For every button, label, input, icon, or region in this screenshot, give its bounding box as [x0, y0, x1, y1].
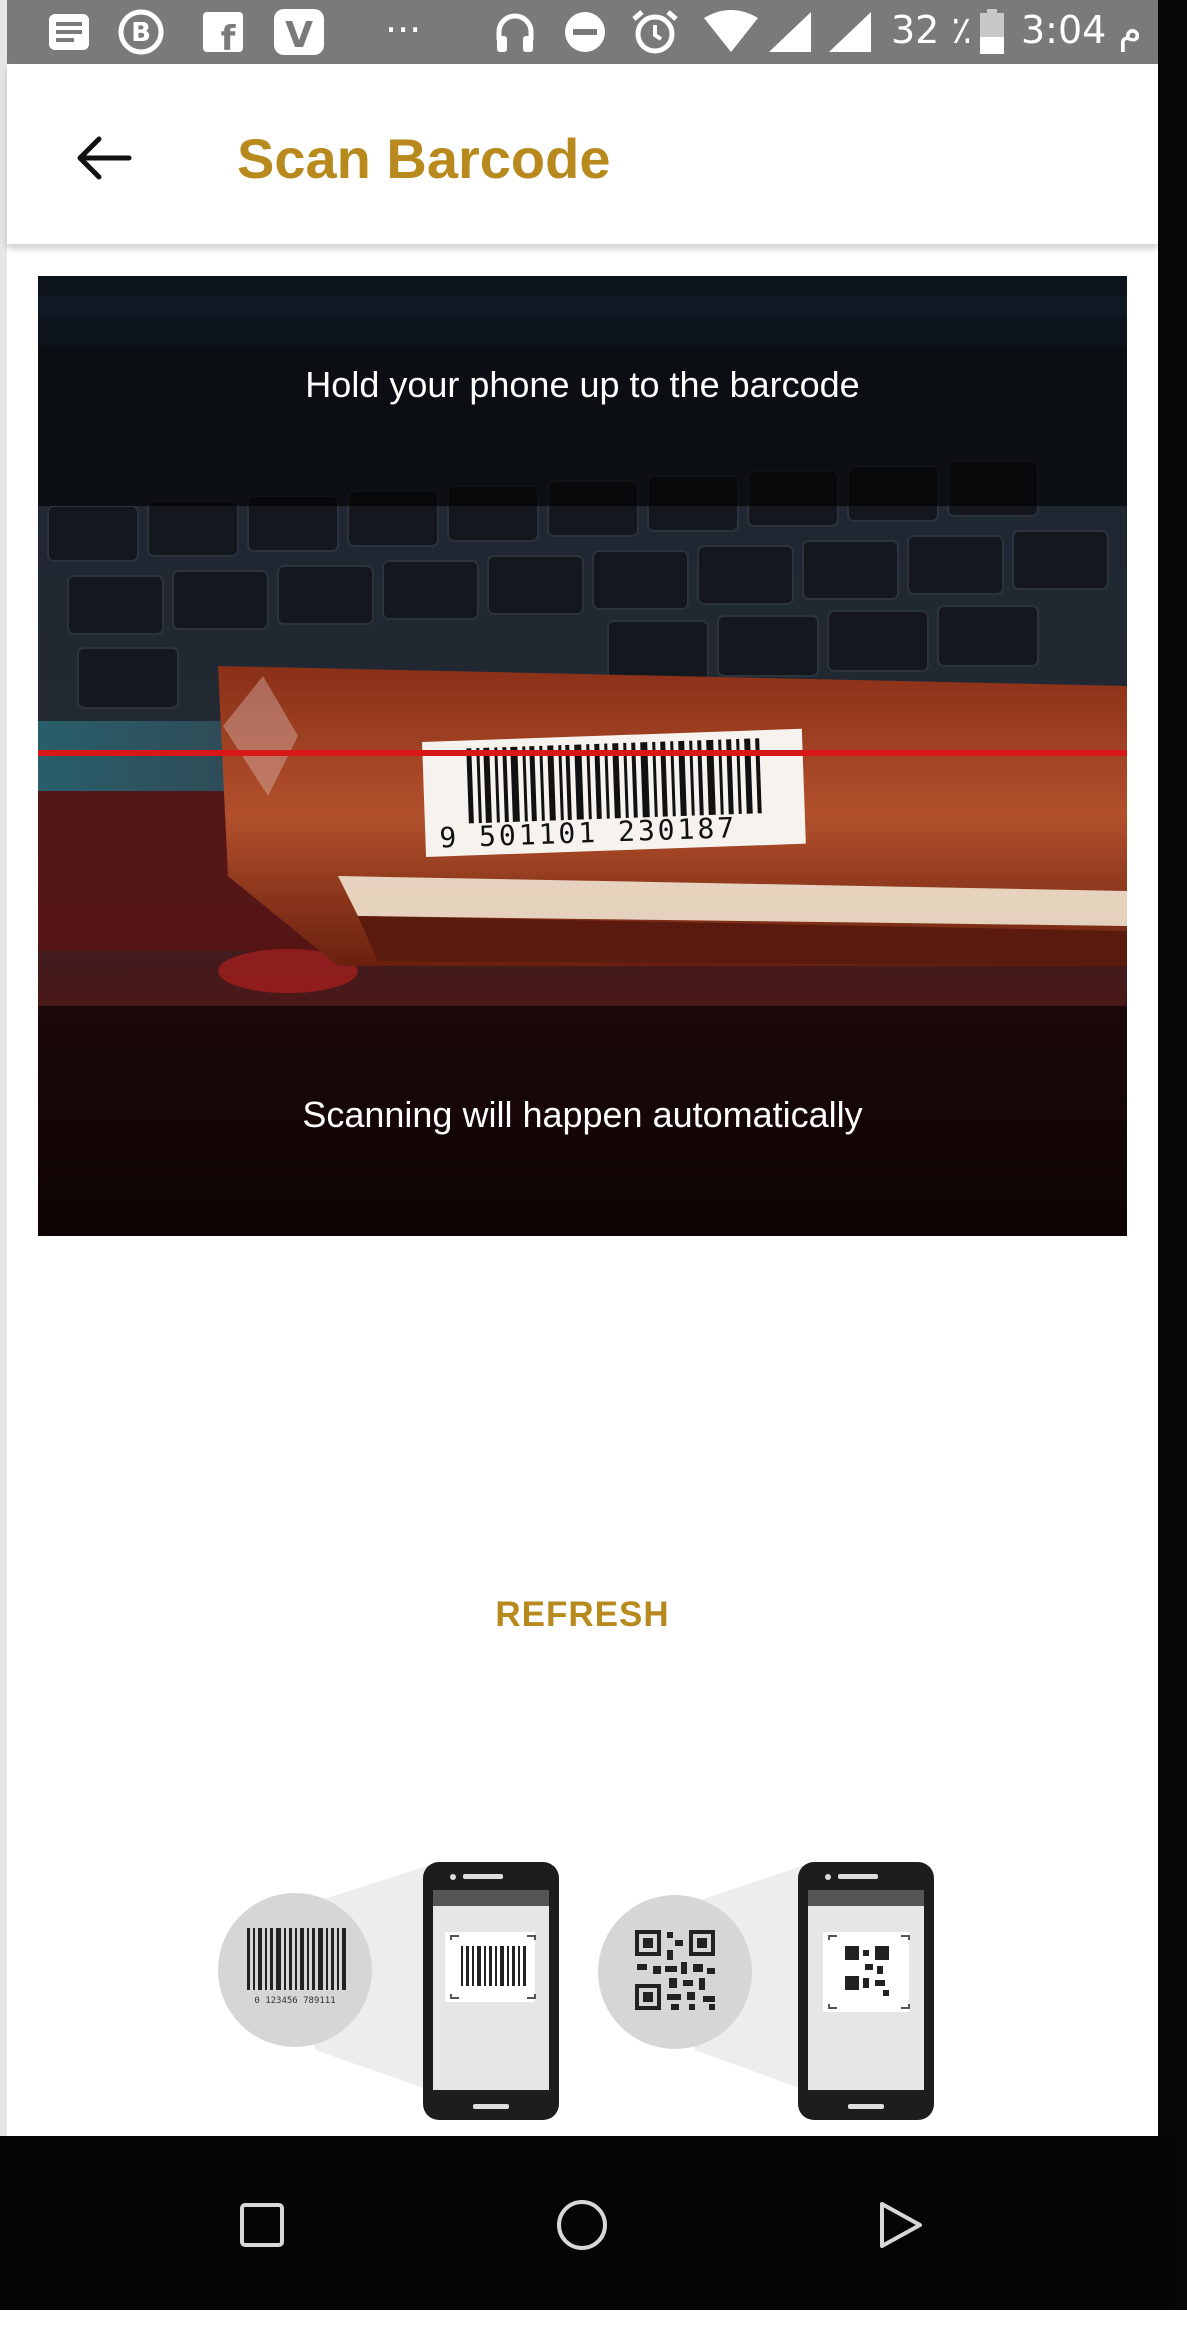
scan-instructions-illustration: 0 123456 789111 [215, 1850, 965, 2125]
svg-text:B: B [131, 18, 151, 48]
signal-icon [825, 8, 875, 56]
screen-right-shadow [1158, 0, 1187, 2310]
svg-text:f: f [221, 19, 237, 54]
triangle-icon [880, 2202, 922, 2248]
recents-button[interactable] [217, 2180, 307, 2270]
arrow-left-icon [77, 136, 132, 180]
refresh-button[interactable]: REFRESH [450, 1580, 715, 1650]
svg-text:V: V [285, 15, 313, 56]
barcode-scan-illustration: 0 123456 789111 [218, 1862, 559, 2120]
battery-percent: 32 ٪ [891, 8, 972, 52]
back-button[interactable] [57, 112, 149, 204]
nav-back-button[interactable] [855, 2180, 945, 2270]
alarm-icon [629, 8, 681, 56]
scan-hint-top: Hold your phone up to the barcode [305, 364, 860, 405]
screen-bottom-edge [0, 2310, 1187, 2351]
do-not-disturb-icon [561, 8, 609, 56]
signal-icon [765, 8, 815, 56]
square-icon [240, 2203, 284, 2247]
camera-feed-image: 9 501101 230187 [38, 276, 1127, 1236]
status-bar: B f V ··· 32 ٪ 3:04 م [7, 0, 1158, 64]
notes-icon [45, 8, 93, 56]
scan-hint-bottom: Scanning will happen automatically [302, 1094, 863, 1135]
headphones-icon [491, 8, 539, 56]
circle-icon [557, 2200, 607, 2250]
v-icon: V [271, 8, 327, 56]
b-icon: B [115, 8, 167, 56]
app-bar: Scan Barcode [7, 64, 1158, 245]
scan-line [38, 750, 1127, 756]
camera-preview: 9 501101 230187 Hold your phone up to th… [38, 276, 1127, 1236]
overflow-indicator: ··· [385, 8, 422, 52]
home-button[interactable] [537, 2180, 627, 2270]
screen-left-edge [0, 0, 7, 2310]
navigation-bar [0, 2136, 1175, 2310]
page-title: Scan Barcode [237, 127, 611, 190]
illustration-barcode-caption: 0 123456 789111 [254, 1996, 335, 2006]
wifi-icon [701, 8, 761, 56]
battery-icon [977, 8, 1007, 56]
clock: 3:04 م [1021, 8, 1142, 52]
qr-scan-illustration [598, 1862, 934, 2120]
facebook-icon: f [199, 8, 247, 56]
